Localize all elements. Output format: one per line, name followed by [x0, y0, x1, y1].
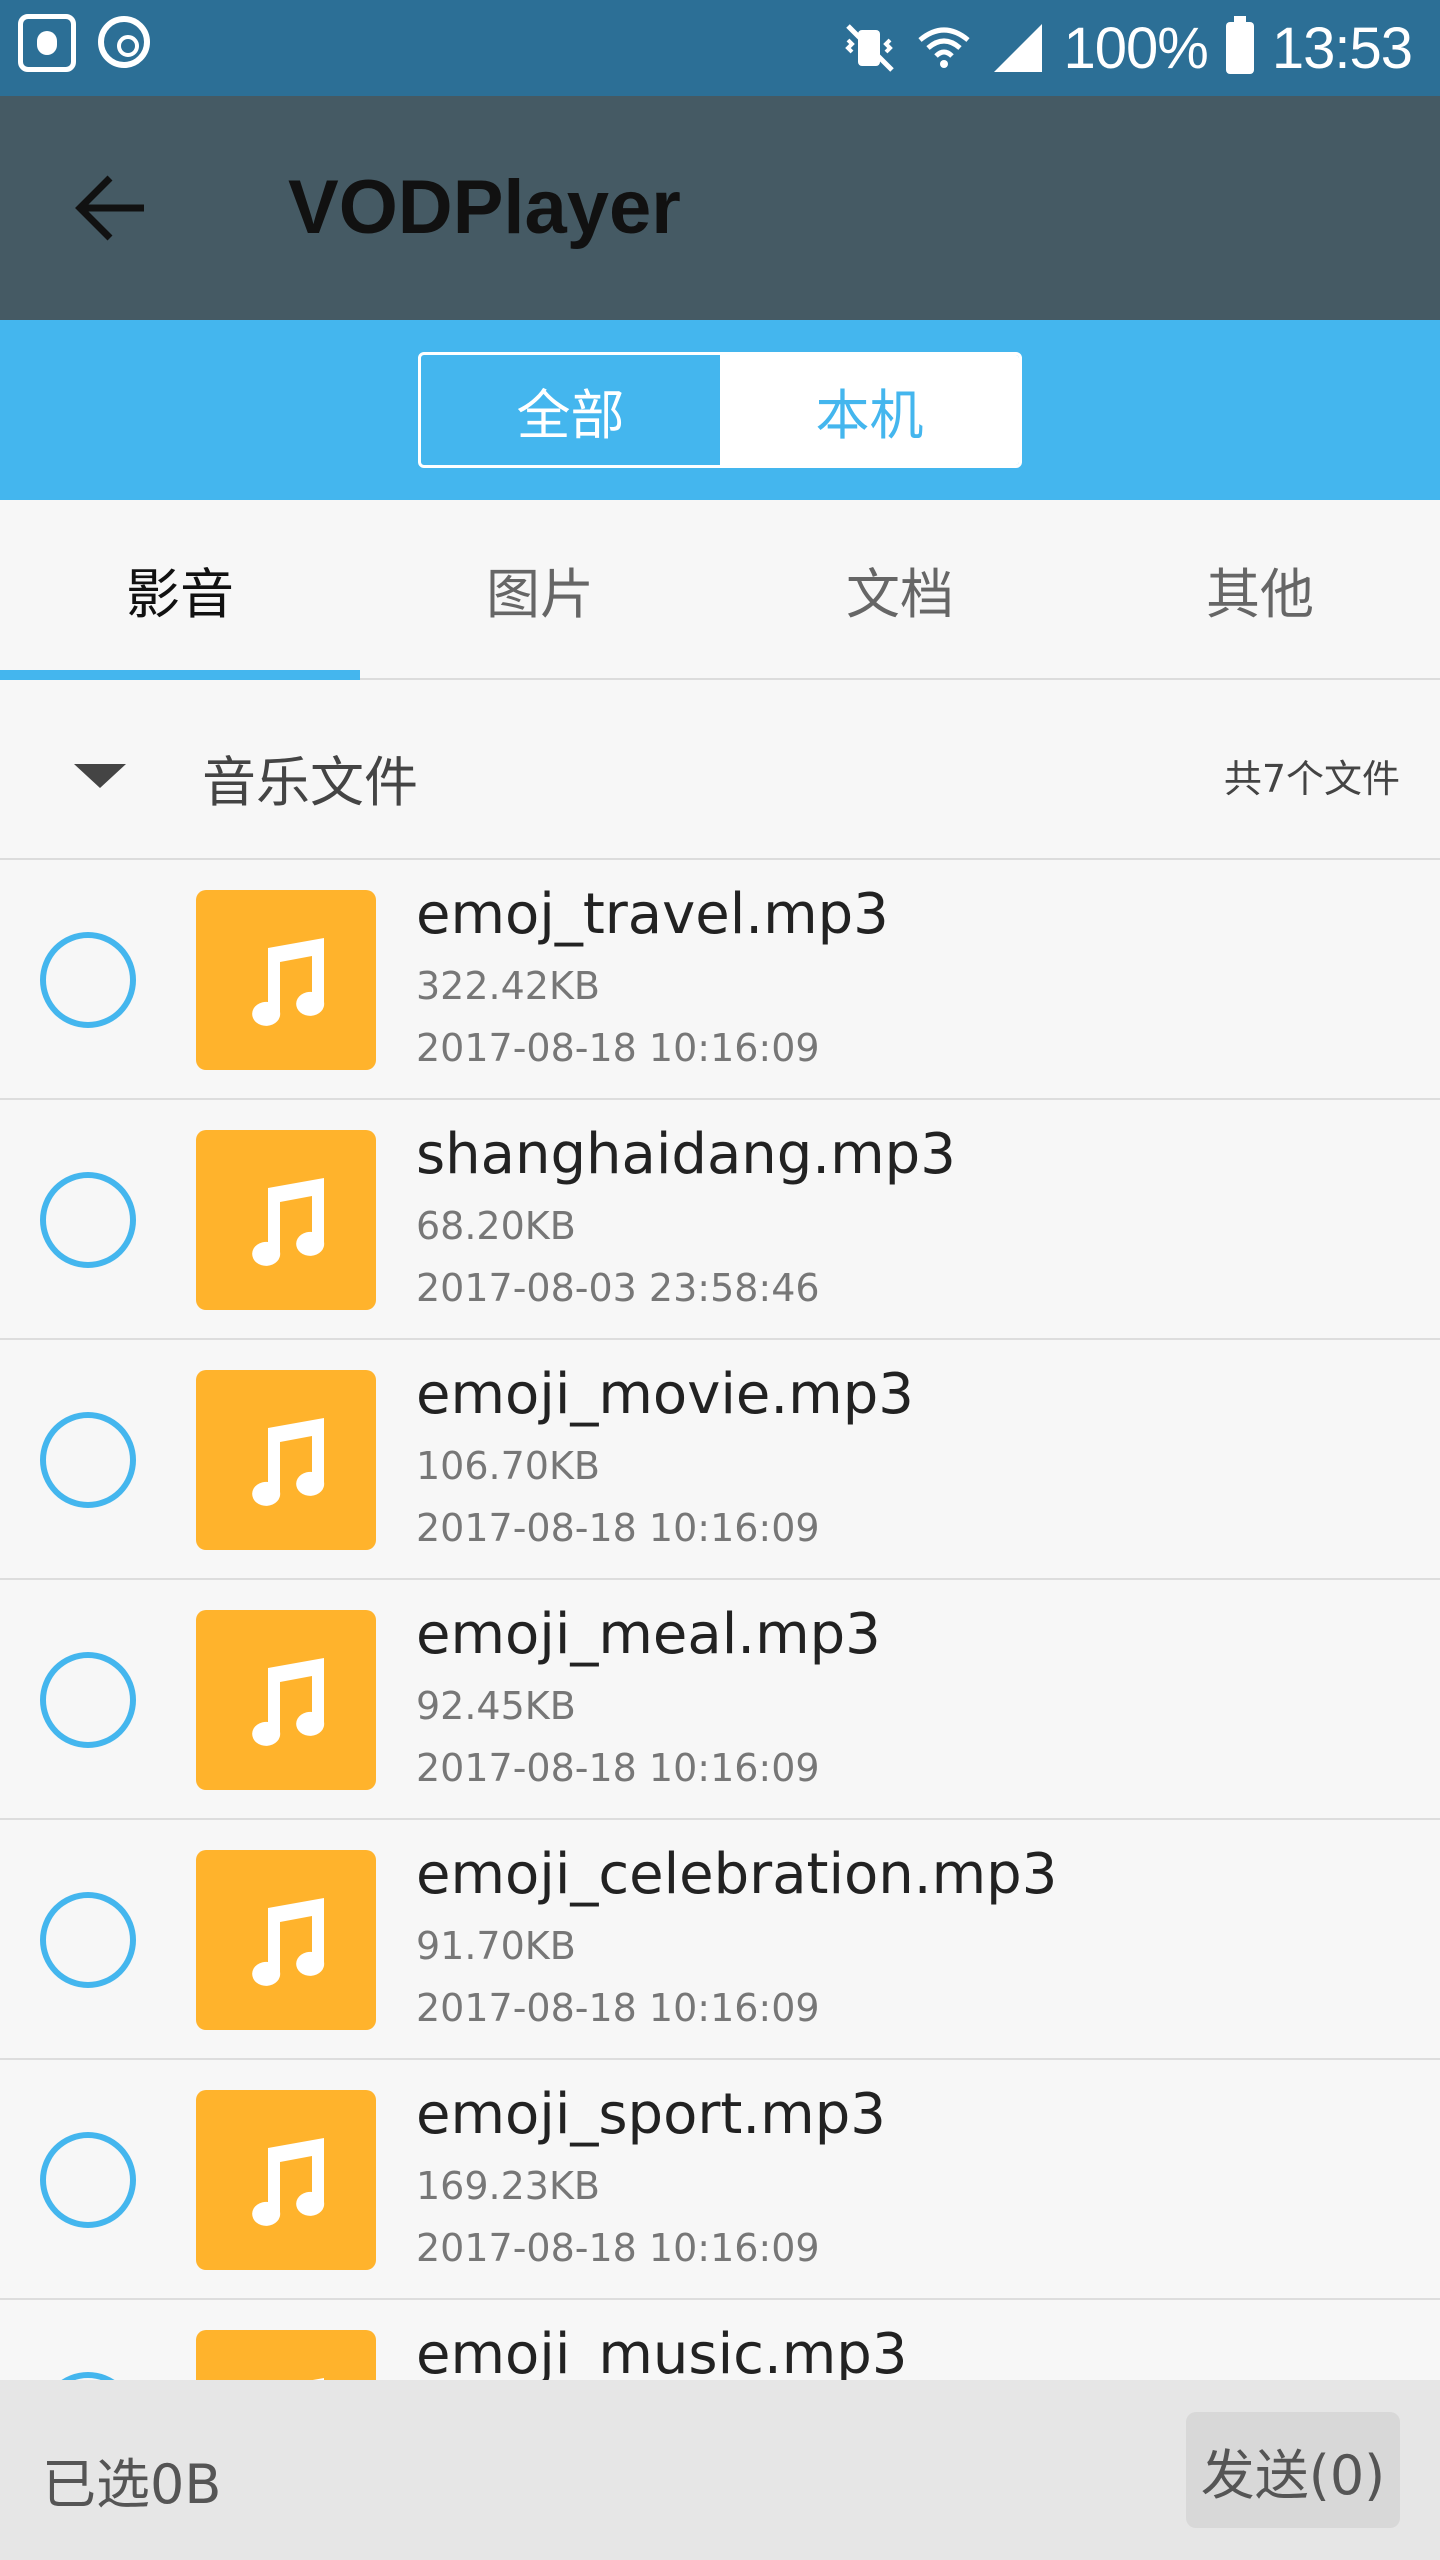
tab-media[interactable]: 影音 — [0, 500, 360, 680]
music-group-header[interactable]: 音乐文件 共7个文件 — [0, 680, 1440, 860]
file-name: emoji_sport.mp3 — [416, 2082, 886, 2147]
source-segmented-control: 全部 本机 — [418, 352, 1022, 468]
music-note-icon — [252, 1898, 325, 1986]
file-date: 2017-08-18 10:16:09 — [416, 1026, 820, 1070]
app-bar: VODPlayer — [0, 96, 1440, 320]
tab-documents[interactable]: 文档 — [720, 500, 1080, 678]
list-item[interactable]: emoji_celebration.mp3 91.70KB 2017-08-18… — [0, 1820, 1440, 2060]
select-radio[interactable] — [40, 1412, 136, 1508]
list-item[interactable]: emoji_movie.mp3 106.70KB 2017-08-18 10:1… — [0, 1340, 1440, 1580]
power-ring-icon — [98, 16, 150, 68]
file-date: 2017-08-18 10:16:09 — [416, 1986, 820, 2030]
file-name: shanghaidang.mp3 — [416, 1122, 956, 1187]
select-radio[interactable] — [40, 1892, 136, 1988]
file-date: 2017-08-18 10:16:09 — [416, 1746, 820, 1790]
music-note-icon — [252, 1658, 325, 1746]
music-file-thumbnail — [196, 1850, 376, 2030]
file-list: emoj_travel.mp3 322.42KB 2017-08-18 10:1… — [0, 860, 1440, 2540]
status-right: 100% 13:53 — [842, 10, 1413, 86]
file-name: emoj_travel.mp3 — [416, 882, 889, 947]
file-size: 91.70KB — [416, 1924, 576, 1968]
baidu-app-icon — [18, 14, 76, 72]
select-radio[interactable] — [40, 1652, 136, 1748]
battery-percent: 100% — [1063, 15, 1209, 81]
status-time: 13:53 — [1271, 15, 1413, 81]
page-title: VODPlayer — [288, 165, 681, 250]
segment-bar: 全部 本机 — [0, 320, 1440, 500]
tab-pictures[interactable]: 图片 — [360, 500, 720, 678]
music-file-thumbnail — [196, 890, 376, 1070]
select-radio[interactable] — [40, 1172, 136, 1268]
signal-icon — [993, 24, 1042, 72]
group-title: 音乐文件 — [202, 751, 418, 814]
music-note-icon — [252, 1178, 325, 1266]
music-file-thumbnail — [196, 1610, 376, 1790]
tab-label: 其他 — [1206, 562, 1314, 626]
list-item[interactable]: emoji_meal.mp3 92.45KB 2017-08-18 10:16:… — [0, 1580, 1440, 1820]
status-left-icons — [18, 14, 150, 72]
file-name: emoji_meal.mp3 — [416, 1602, 881, 1667]
segment-local-button[interactable]: 本机 — [720, 355, 1019, 465]
wifi-icon — [917, 27, 970, 68]
group-file-count: 共7个文件 — [1223, 757, 1400, 801]
file-size: 322.42KB — [416, 964, 600, 1008]
list-item[interactable]: emoji_sport.mp3 169.23KB 2017-08-18 10:1… — [0, 2060, 1440, 2300]
segment-all-button[interactable]: 全部 — [421, 355, 720, 465]
file-name: emoji_music.mp3 — [416, 2322, 908, 2387]
tab-other[interactable]: 其他 — [1080, 500, 1440, 678]
select-radio[interactable] — [40, 932, 136, 1028]
file-name: emoji_movie.mp3 — [416, 1362, 914, 1427]
tab-label: 图片 — [486, 562, 594, 626]
music-note-icon — [252, 2138, 325, 2226]
list-item[interactable]: emoj_travel.mp3 322.42KB 2017-08-18 10:1… — [0, 860, 1440, 1100]
file-size: 92.45KB — [416, 1684, 576, 1728]
vibrate-mute-icon — [844, 24, 894, 72]
file-date: 2017-08-18 10:16:09 — [416, 1506, 820, 1550]
music-file-thumbnail — [196, 2090, 376, 2270]
category-tabs: 影音 图片 文档 其他 — [0, 500, 1440, 680]
file-date: 2017-08-03 23:58:46 — [416, 1266, 820, 1310]
music-file-thumbnail — [196, 1370, 376, 1550]
tab-active-indicator — [0, 670, 360, 680]
list-item[interactable]: shanghaidang.mp3 68.20KB 2017-08-03 23:5… — [0, 1100, 1440, 1340]
file-name: emoji_celebration.mp3 — [416, 1842, 1058, 1907]
battery-icon — [1225, 16, 1254, 74]
file-size: 106.70KB — [416, 1444, 600, 1488]
arrow-left-icon[interactable] — [70, 166, 154, 250]
caret-down-icon[interactable] — [74, 764, 126, 788]
send-button[interactable]: 发送(0) — [1186, 2412, 1400, 2528]
music-note-icon — [252, 938, 325, 1026]
selected-size: 已选0B — [42, 2453, 222, 2516]
file-date: 2017-08-18 10:16:09 — [416, 2226, 820, 2270]
file-size: 169.23KB — [416, 2164, 600, 2208]
bottom-bar: 已选0B 发送(0) — [0, 2380, 1440, 2560]
status-bar: 100% 13:53 — [0, 0, 1440, 96]
tab-label: 影音 — [126, 562, 234, 626]
music-file-thumbnail — [196, 1130, 376, 1310]
file-size: 68.20KB — [416, 1204, 576, 1248]
music-note-icon — [252, 1418, 325, 1506]
select-radio[interactable] — [40, 2132, 136, 2228]
tab-label: 文档 — [846, 562, 954, 626]
